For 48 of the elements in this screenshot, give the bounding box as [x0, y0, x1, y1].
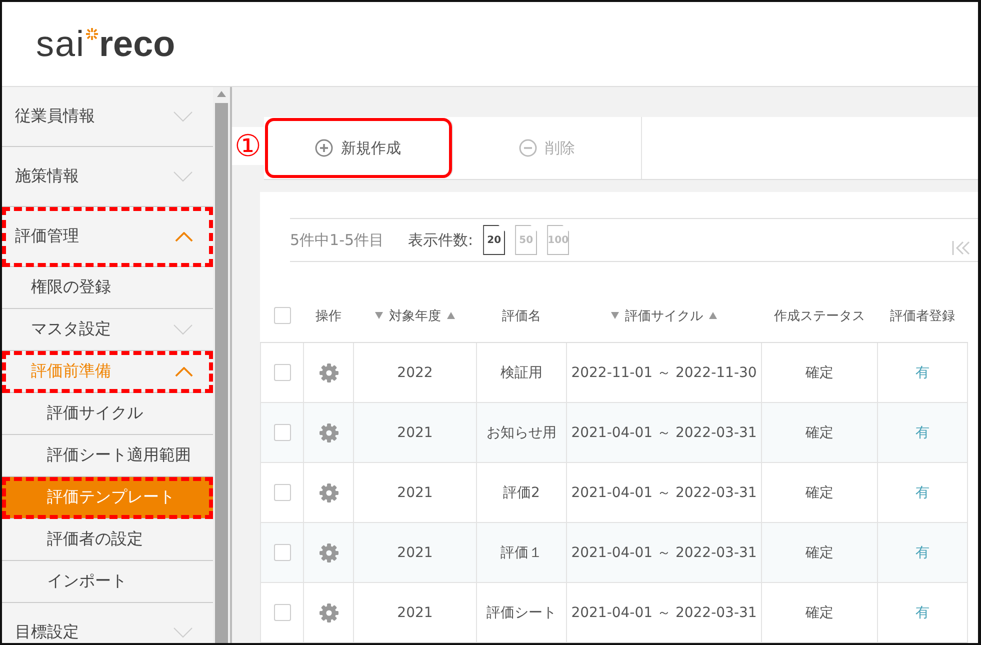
sidebar-item[interactable]: 評価管理	[2, 207, 213, 267]
chevron-down-icon	[173, 627, 193, 638]
chevron-down-icon	[173, 111, 193, 122]
chevron-up-icon	[175, 366, 193, 376]
table-cell: 2021-04-01 ～ 2022-03-31	[566, 462, 762, 522]
chevron-up-icon	[175, 232, 193, 242]
table-cell: 2021	[354, 582, 476, 642]
table-cell: 確定	[762, 522, 878, 582]
table-cell: 2021	[354, 462, 476, 522]
row-checkbox[interactable]	[274, 484, 290, 501]
row-checkbox[interactable]	[274, 604, 290, 621]
table-cell: 2021-04-01 ～ 2022-03-31	[566, 522, 762, 582]
row-checkbox[interactable]	[274, 424, 290, 441]
table-cell: 2021-04-01 ～ 2022-03-31	[566, 582, 762, 642]
chevron-down-icon	[173, 324, 193, 335]
page-size-label: 表示件数:	[408, 230, 474, 250]
table-cell: 2022	[354, 342, 476, 402]
table-cell: 2022-11-01 ～ 2022-11-30	[566, 342, 762, 402]
row-checkbox[interactable]	[274, 364, 290, 381]
new-button[interactable]: 新規作成	[264, 117, 453, 179]
table-cell: 確定	[762, 462, 878, 522]
scroll-up-icon[interactable]	[217, 91, 226, 97]
plus-circle-icon	[315, 139, 333, 157]
logo: sai reco	[36, 26, 176, 62]
table-cell: 確定	[762, 582, 878, 642]
select-all-checkbox[interactable]	[274, 307, 290, 324]
table-cell: 確定	[762, 342, 878, 402]
table-cell: 確定	[762, 402, 878, 462]
table-cell: お知らせ用	[476, 402, 566, 462]
page-size-option[interactable]: 20	[483, 225, 506, 255]
table-cell: 2021	[354, 522, 476, 582]
sort-descending-icon[interactable]	[375, 312, 383, 320]
table-cell: 検証用	[476, 342, 566, 402]
table-cell: 2021-04-01 ～ 2022-03-31	[566, 402, 762, 462]
chevron-down-icon	[173, 171, 193, 182]
table-cell: 評価シート	[476, 582, 566, 642]
asterisk-icon	[86, 28, 98, 40]
row-checkbox[interactable]	[274, 544, 290, 561]
sort-descending-icon[interactable]	[611, 312, 619, 320]
sort-ascending-icon[interactable]	[447, 312, 455, 320]
scrollbar[interactable]	[213, 87, 232, 643]
result-count: 5件中1-5件目	[290, 230, 384, 250]
sort-ascending-icon[interactable]	[709, 312, 717, 320]
table-cell: 評価2	[476, 462, 566, 522]
table-cell: 2021	[354, 402, 476, 462]
minus-circle-icon	[519, 139, 537, 157]
callout-number: ①	[232, 127, 264, 165]
table-cell: 評価１	[476, 522, 566, 582]
